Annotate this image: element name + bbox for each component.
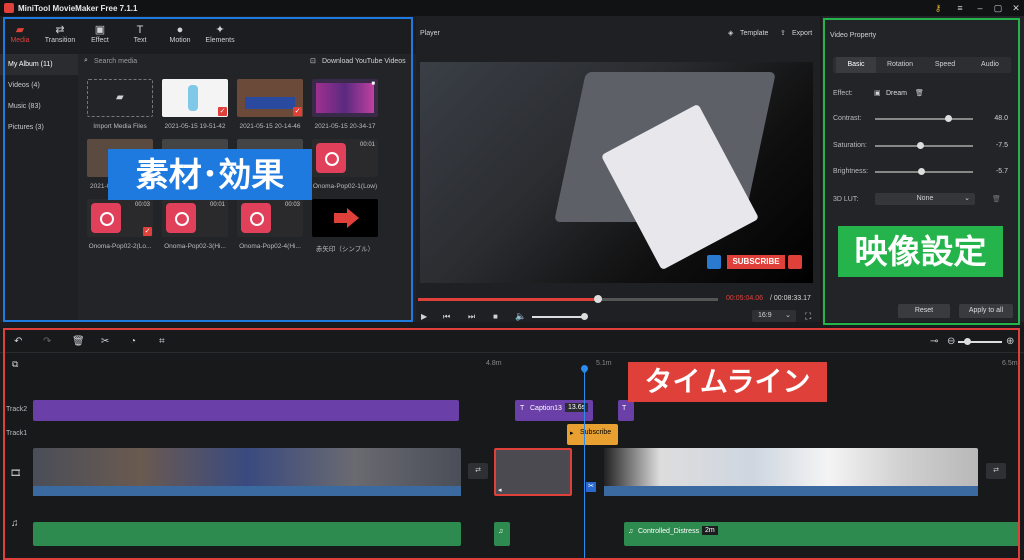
template-button[interactable]: Template: [740, 30, 768, 37]
minimize-button[interactable]: –: [972, 0, 988, 16]
export-icon: ⇪: [780, 30, 786, 37]
property-highlight: [823, 18, 1020, 325]
chevron-down-icon: ⌄: [785, 312, 791, 319]
callout-media: 素材･効果: [108, 149, 312, 200]
progress-fill: [418, 298, 598, 301]
reset-button[interactable]: Reset: [898, 304, 950, 318]
volume-handle[interactable]: [581, 313, 588, 320]
timeline-highlight: [3, 328, 1020, 560]
subscribe-badge: SUBSCRIBE: [727, 255, 785, 269]
callout-props: 映像設定: [838, 226, 1003, 277]
stop-icon[interactable]: ■: [493, 312, 498, 321]
template-icon: ◈: [728, 30, 734, 37]
key-icon[interactable]: ⚷: [930, 0, 946, 16]
playback-progress[interactable]: [418, 295, 718, 303]
maximize-button[interactable]: ▢: [990, 0, 1006, 16]
close-button[interactable]: ✕: [1008, 0, 1024, 16]
next-icon[interactable]: ⏭: [468, 312, 475, 322]
volume-slider[interactable]: [532, 313, 588, 320]
apply-all-button[interactable]: Apply to all: [959, 304, 1013, 318]
bell-icon: [788, 255, 802, 269]
like-icon: [707, 255, 721, 269]
app-logo-icon: [4, 3, 14, 13]
total-time: / 00:08:33.17: [770, 295, 811, 302]
volume-icon[interactable]: 🔈: [515, 311, 526, 322]
player-header: Player ◈ Template ⇪ Export: [416, 24, 820, 42]
app-title: MiniTool MovieMaker Free 7.1.1: [18, 3, 138, 13]
aspect-select[interactable]: 16:9 ⌄: [752, 310, 796, 322]
play-icon[interactable]: ▶: [421, 312, 427, 321]
prev-icon[interactable]: ⏮: [443, 312, 450, 322]
export-button[interactable]: Export: [792, 30, 812, 37]
callout-timeline: タイムライン: [628, 362, 827, 402]
current-time: 00:05:04.06: [726, 295, 763, 302]
title-bar: MiniTool MovieMaker Free 7.1.1 ⚷ ≡ – ▢ ✕: [0, 0, 1024, 16]
progress-handle[interactable]: [594, 295, 602, 303]
aspect-value: 16:9: [758, 312, 772, 319]
video-preview[interactable]: SUBSCRIBE: [420, 62, 813, 283]
menu-icon[interactable]: ≡: [952, 0, 968, 16]
fullscreen-icon[interactable]: ⛶: [805, 311, 811, 322]
player-label: Player: [420, 30, 440, 37]
